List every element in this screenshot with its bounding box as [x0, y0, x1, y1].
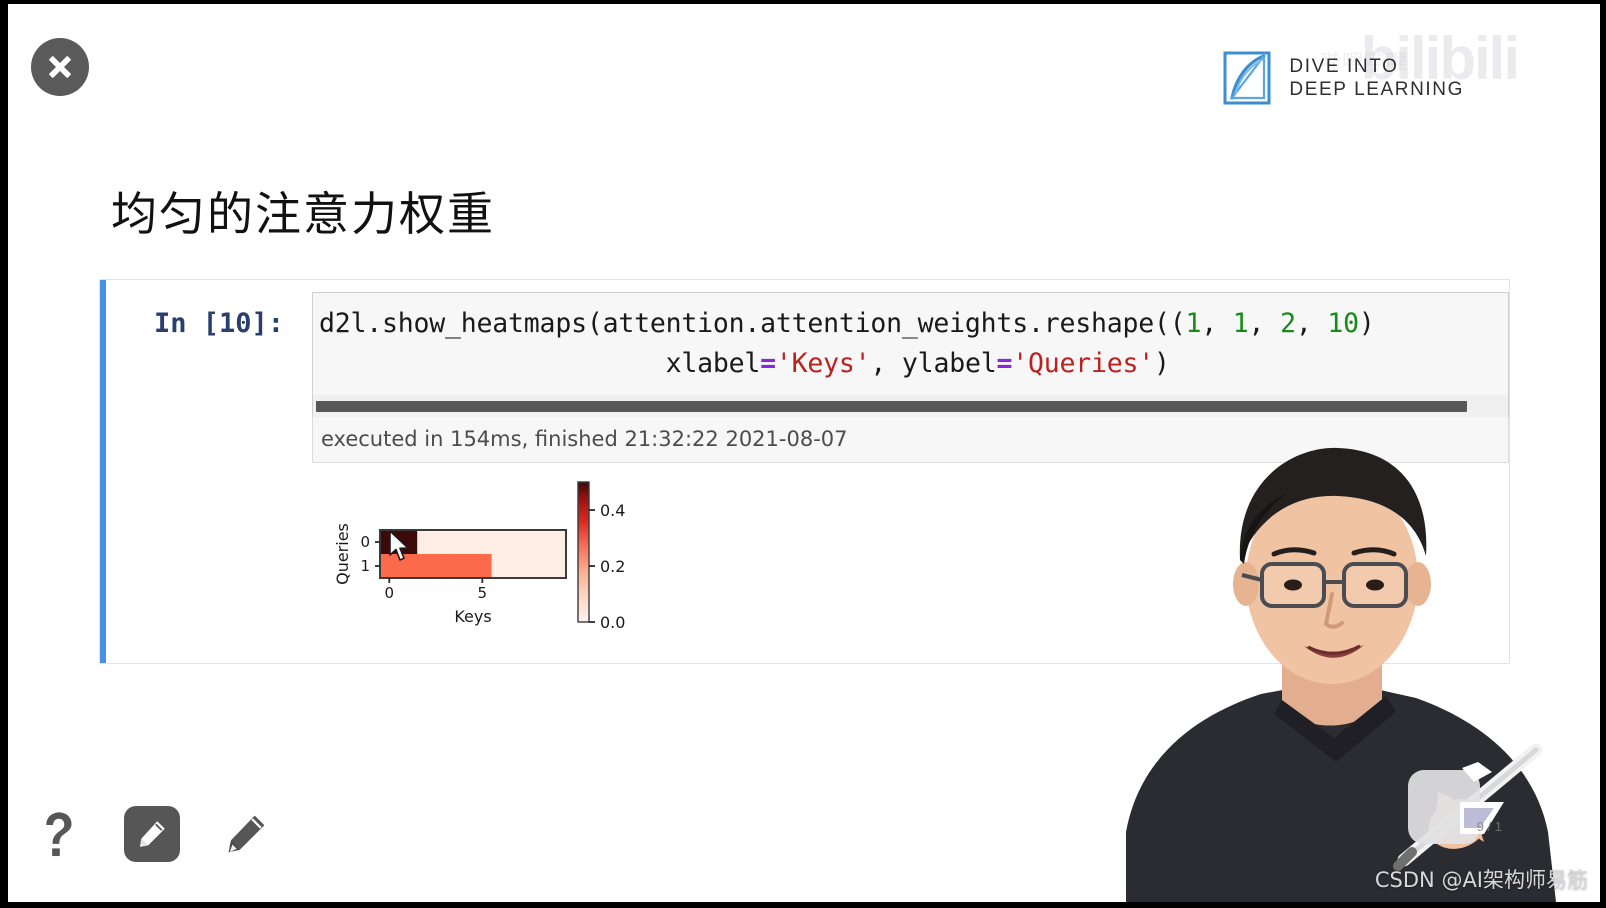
brand-logo-line2: DEEP LEARNING	[1289, 79, 1464, 100]
colorbar-ticks: 0.0 0.2 0.4	[589, 501, 625, 632]
heatmap-cell	[510, 554, 530, 579]
pencil-icon	[228, 815, 265, 853]
heatmap-cell	[491, 554, 511, 579]
heatmap-cell	[380, 530, 399, 555]
bilibili-corner-badge[interactable]: 9 / 1	[1400, 762, 1510, 848]
heatmap-cell	[417, 530, 437, 555]
code-editor[interactable]: d2l.show_heatmaps(attention.attention_we…	[312, 292, 1509, 395]
colorbar	[577, 481, 590, 623]
dive-into-deep-learning-logo-icon	[1223, 51, 1271, 105]
heatmap-ytick-label: 1	[360, 557, 370, 575]
heatmap-cells	[380, 530, 567, 579]
heatmap-cell	[547, 554, 567, 579]
heatmap-cell	[454, 554, 474, 579]
execution-status-text: executed in 154ms, finished 21:32:22 202…	[321, 427, 848, 451]
letterbox-top	[0, 0, 1606, 4]
heatmap-cell	[547, 530, 567, 555]
brand-logo-line1: DIVE INTO	[1289, 56, 1399, 77]
code-token-operator: =	[760, 348, 776, 379]
code-token-plain: )	[1358, 308, 1375, 339]
heatmap-cell	[473, 554, 492, 579]
heatmap-cell	[435, 554, 455, 579]
heatmap-cell	[417, 554, 437, 579]
brand-logo-text: DIVE INTO DEEP LEARNING	[1289, 55, 1464, 101]
code-h-scrollbar-thumb[interactable]	[316, 401, 1467, 412]
heatmap-cell	[528, 530, 548, 555]
code-token-plain: xlabel	[319, 348, 761, 379]
heatmap-ylabel: Queries	[333, 523, 352, 585]
code-token-plain: , ylabel	[870, 348, 997, 379]
heatmap-cell	[473, 530, 492, 555]
letterbox-right	[1600, 0, 1606, 908]
close-button[interactable]	[31, 38, 89, 96]
code-token-plain: )	[1154, 348, 1170, 379]
close-icon	[49, 56, 71, 78]
code-token-plain: ,	[1248, 308, 1281, 339]
colorbar-tick-label: 0.2	[600, 557, 625, 576]
heatmap-cell	[380, 554, 399, 579]
heatmap-ytick-label: 0	[360, 533, 370, 551]
heatmap-figure-output: 0 5 0 1 Keys Queries 0.0 0.2 0.4	[328, 476, 658, 648]
heatmap-cell	[454, 530, 474, 555]
code-token-number: 1	[1185, 308, 1202, 339]
colorbar-tick-label: 0.4	[600, 501, 625, 520]
heatmap-cell	[510, 530, 530, 555]
letterbox-bottom	[0, 902, 1606, 908]
colorbar-tick-label: 0.0	[600, 613, 625, 632]
draw-button[interactable]	[218, 806, 274, 862]
code-line-1: d2l.show_heatmaps(attention.attention_we…	[319, 309, 1375, 339]
help-button[interactable]	[30, 806, 86, 862]
code-token-plain: ,	[1201, 308, 1233, 339]
code-token-number: 10	[1327, 308, 1359, 339]
code-h-scrollbar-track[interactable]	[312, 395, 1509, 417]
heatmap-cell	[491, 530, 511, 555]
question-mark-icon	[46, 812, 72, 857]
heatmap-xtick-label: 5	[478, 584, 488, 602]
heatmap-xlabel: Keys	[454, 607, 491, 626]
bilibili-play-icon	[1460, 762, 1504, 834]
code-token-string: 'Queries'	[1012, 348, 1155, 379]
heatmap-cell	[398, 554, 418, 579]
annotation-toolbar	[30, 806, 274, 862]
cell-prompt-label: In [10]:	[154, 308, 285, 339]
presenter-figure	[1126, 447, 1556, 902]
code-token-plain: ,	[1295, 308, 1328, 339]
annotate-button[interactable]	[124, 806, 180, 862]
page-indicator: 9 / 1	[1476, 819, 1502, 834]
code-token-number: 2	[1280, 308, 1296, 339]
code-line-2: xlabel='Keys', ylabel='Queries')	[319, 349, 1170, 379]
letterbox-left	[0, 0, 8, 908]
code-token-operator: =	[996, 348, 1013, 379]
code-token-number: 1	[1232, 308, 1249, 339]
heatmap-cell	[528, 554, 548, 579]
heatmap-xtick-label: 0	[385, 584, 395, 602]
code-token-plain: d2l.show_heatmaps(attention.attention_we…	[319, 308, 1186, 339]
presenter-video-overlay	[1086, 432, 1606, 902]
heatmap-cell	[435, 530, 455, 555]
pencil-boxed-icon	[140, 821, 165, 847]
slide-title: 均匀的注意力权重	[111, 187, 495, 241]
heatmap-svg: 0 501KeysQueries 0.00.20.4	[333, 481, 625, 632]
brand-logo: DIVE INTO DEEP LEARNING	[1222, 48, 1464, 108]
slide-screen: 哔哩哔哩 bilibili DIVE INTO DEEP LEARNING 均匀…	[0, 0, 1606, 908]
heatmap-cell	[398, 530, 418, 555]
code-token-string: 'Keys'	[775, 348, 871, 379]
csdn-watermark: CSDN @AI架构师易筋	[1374, 868, 1588, 892]
colorbar-gradient	[577, 481, 590, 623]
